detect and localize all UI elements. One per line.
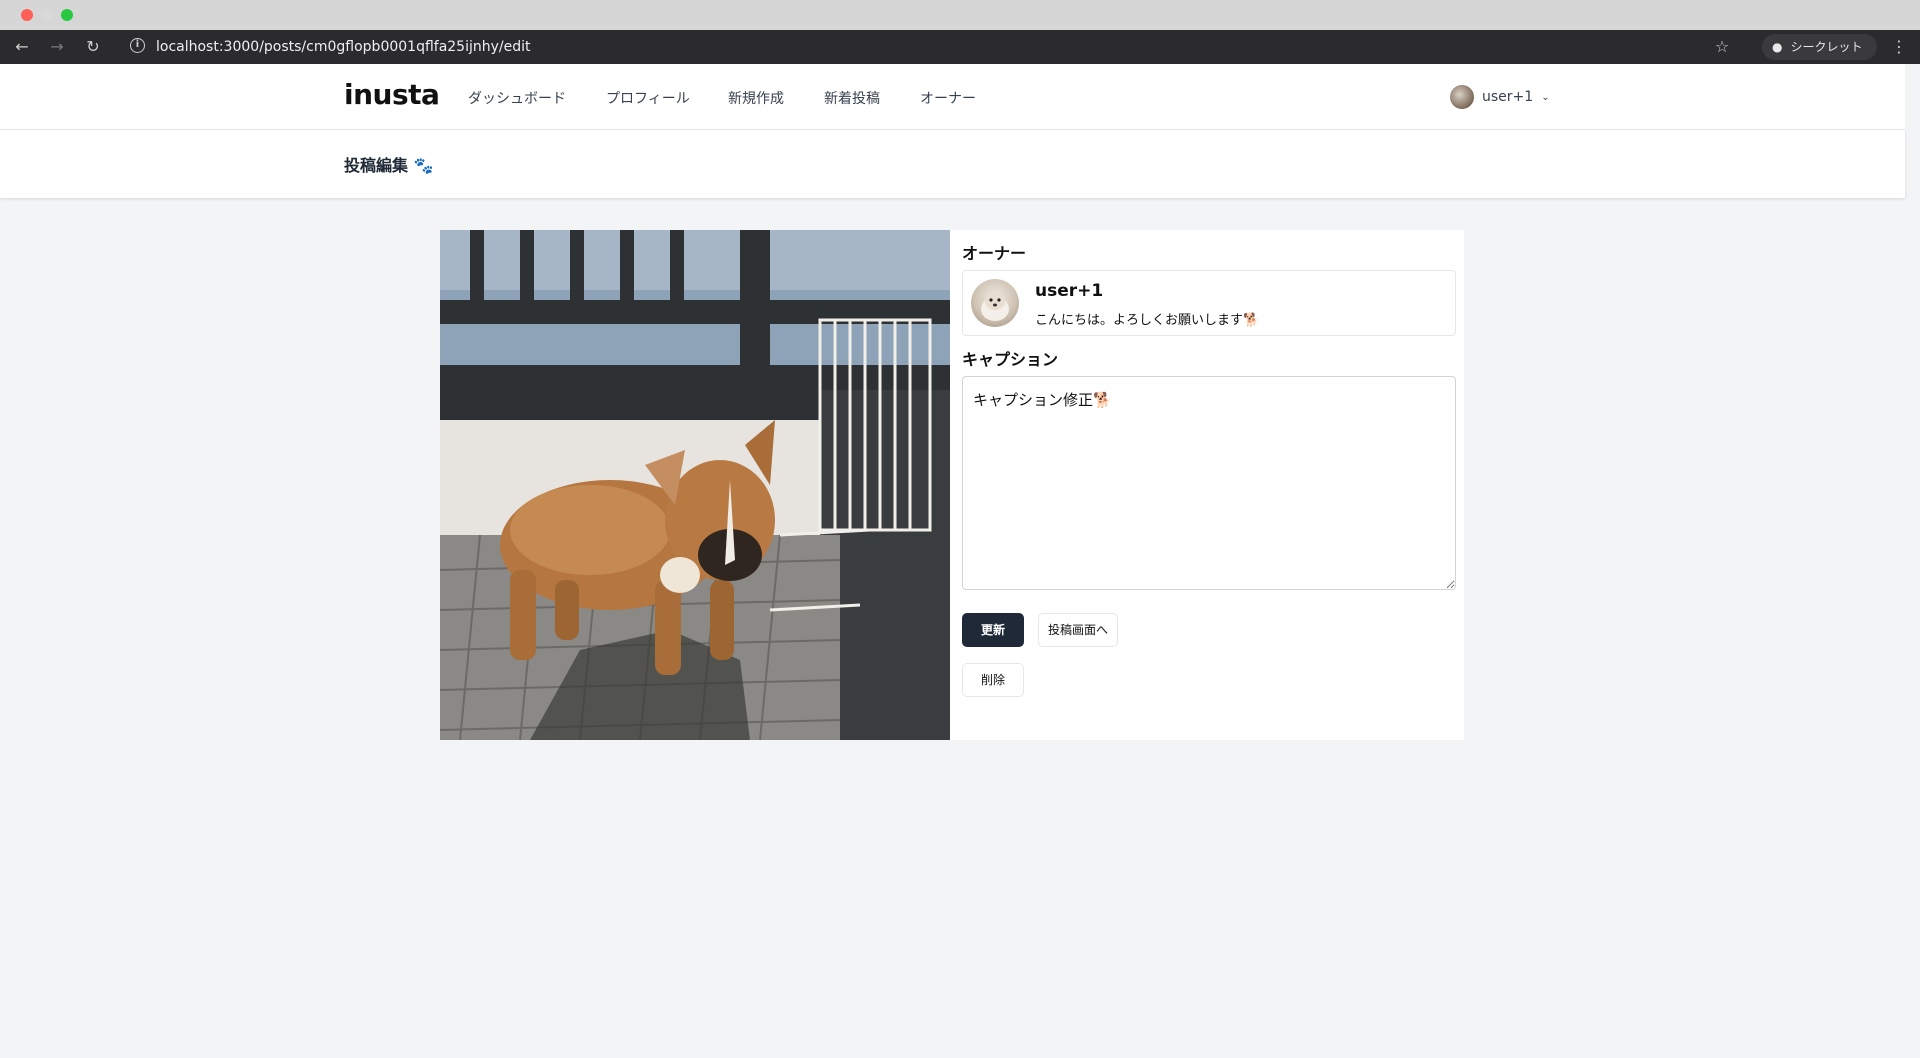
incognito-badge[interactable]: ● シークレット [1762,34,1877,60]
nav-new[interactable]: 新規作成 [728,88,784,108]
info-icon[interactable]: i [130,38,145,53]
user-menu-label: user+1 [1482,89,1534,105]
caption-heading: キャプション [962,350,1059,369]
post-photo [440,230,950,740]
update-button[interactable]: 更新 [962,613,1024,647]
app-logo[interactable]: inusta [344,78,440,111]
dog-photo-illustration [440,230,950,740]
owner-card[interactable]: user+1 こんにちは。よろしくお願いします🐕 [962,270,1456,336]
kebab-menu-icon[interactable]: ⋮ [1888,30,1910,64]
star-icon[interactable]: ☆ [1711,30,1733,64]
caption-textarea[interactable]: キャプション修正🐕 [962,376,1456,590]
delete-button[interactable]: 削除 [962,663,1024,697]
forward-arrow-icon[interactable]: → [46,30,68,64]
back-arrow-icon[interactable]: ← [11,30,33,64]
nav-profile[interactable]: プロフィール [606,88,690,108]
address-bar[interactable]: i localhost:3000/posts/cm0gflopb0001qflf… [120,34,1720,60]
avatar [971,279,1019,327]
page-title-bar: 投稿編集 🐾 [0,130,1905,198]
incognito-icon: ● [1772,40,1783,54]
chevron-down-icon: ⌄ [1541,91,1550,103]
nav-dashboard[interactable]: ダッシュボード [468,88,566,108]
go-to-post-button[interactable]: 投稿画面へ [1038,613,1118,647]
owner-bio: こんにちは。よろしくお願いします🐕 [1035,313,1260,328]
minimize-window-button[interactable] [41,9,53,21]
browser-toolbar: ← → ↻ i localhost:3000/posts/cm0gflopb00… [0,30,1920,64]
url-text[interactable]: localhost:3000/posts/cm0gflopb0001qflfa2… [156,34,531,60]
app-header: inusta ダッシュボード プロフィール 新規作成 新着投稿 オーナー use… [0,64,1905,130]
avatar [1450,85,1474,109]
close-window-button[interactable] [21,9,33,21]
owner-heading: オーナー [962,244,1027,263]
nav-latest-posts[interactable]: 新着投稿 [824,88,880,108]
owner-name[interactable]: user+1 [1035,281,1103,301]
reload-icon[interactable]: ↻ [82,30,104,64]
incognito-label: シークレット [1790,40,1863,54]
window-titlebar [0,0,1920,30]
page-title: 投稿編集 🐾 [344,156,434,175]
post-edit-card: オーナー user+1 こんにちは。よろしくお願いします🐕 キャプション キャプ… [440,230,1464,740]
user-menu[interactable]: user+1 ⌄ [1450,84,1550,110]
zoom-window-button[interactable] [61,9,73,21]
nav-owners[interactable]: オーナー [920,88,976,108]
puppy-avatar-illustration [981,292,1009,321]
